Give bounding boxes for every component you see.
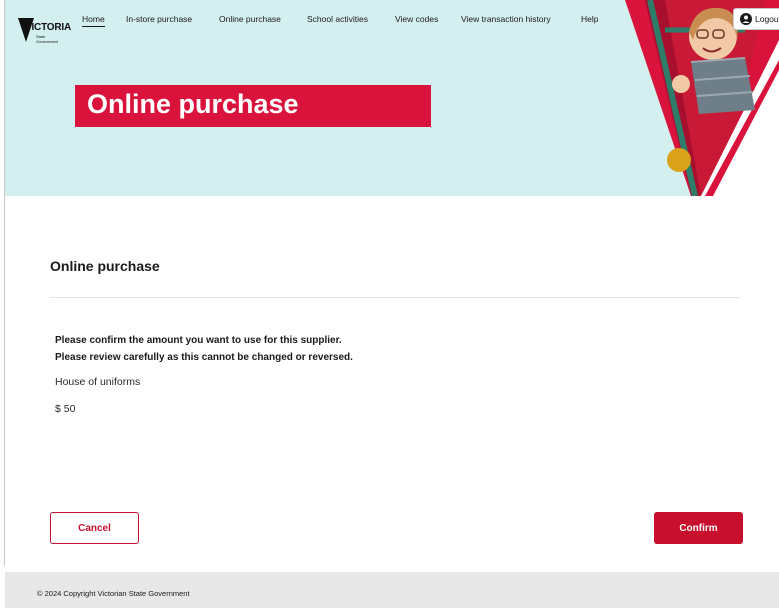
purchase-amount: $ 50 bbox=[55, 403, 76, 415]
footer-copyright: © 2024 Copyright Victorian State Governm… bbox=[37, 589, 190, 598]
nav-item-in-store-purchase[interactable]: In-store purchase bbox=[126, 14, 192, 24]
logo-wordmark: VICTORIA bbox=[25, 22, 71, 33]
confirm-message-line1: Please confirm the amount you want to us… bbox=[55, 335, 342, 346]
nav-item-view-codes[interactable]: View codes bbox=[395, 14, 438, 24]
logout-button[interactable]: Logout bbox=[733, 8, 779, 30]
child-shirt-icon bbox=[691, 58, 755, 114]
page-banner: Online purchase bbox=[75, 85, 431, 127]
page-footer: © 2024 Copyright Victorian State Governm… bbox=[5, 572, 779, 608]
section-title: Online purchase bbox=[50, 258, 160, 274]
logo-subtext: State Government bbox=[36, 34, 59, 44]
cancel-button[interactable]: Cancel bbox=[50, 512, 139, 544]
section-divider bbox=[50, 297, 740, 298]
logout-label: Logout bbox=[755, 14, 779, 24]
nav-item-online-purchase[interactable]: Online purchase bbox=[219, 14, 281, 24]
nav-item-view-transaction-history[interactable]: View transaction history bbox=[461, 14, 551, 24]
confirm-button[interactable]: Confirm bbox=[654, 512, 743, 544]
supplier-name: House of uniforms bbox=[55, 376, 141, 388]
child-hand-icon bbox=[672, 75, 690, 93]
victoria-logo[interactable]: VICTORIA State Government bbox=[18, 14, 74, 46]
hero-header: VICTORIA State Government Home In-store … bbox=[5, 0, 779, 196]
banner-title: Online purchase bbox=[87, 89, 299, 119]
hero-yellow-ball-icon bbox=[667, 148, 691, 172]
confirm-message-line2: Please review carefully as this cannot b… bbox=[55, 352, 353, 363]
nav-item-home[interactable]: Home bbox=[82, 14, 105, 27]
user-icon bbox=[740, 13, 752, 25]
page: VICTORIA State Government Home In-store … bbox=[0, 0, 779, 608]
nav-item-school-activities[interactable]: School activities bbox=[307, 14, 368, 24]
